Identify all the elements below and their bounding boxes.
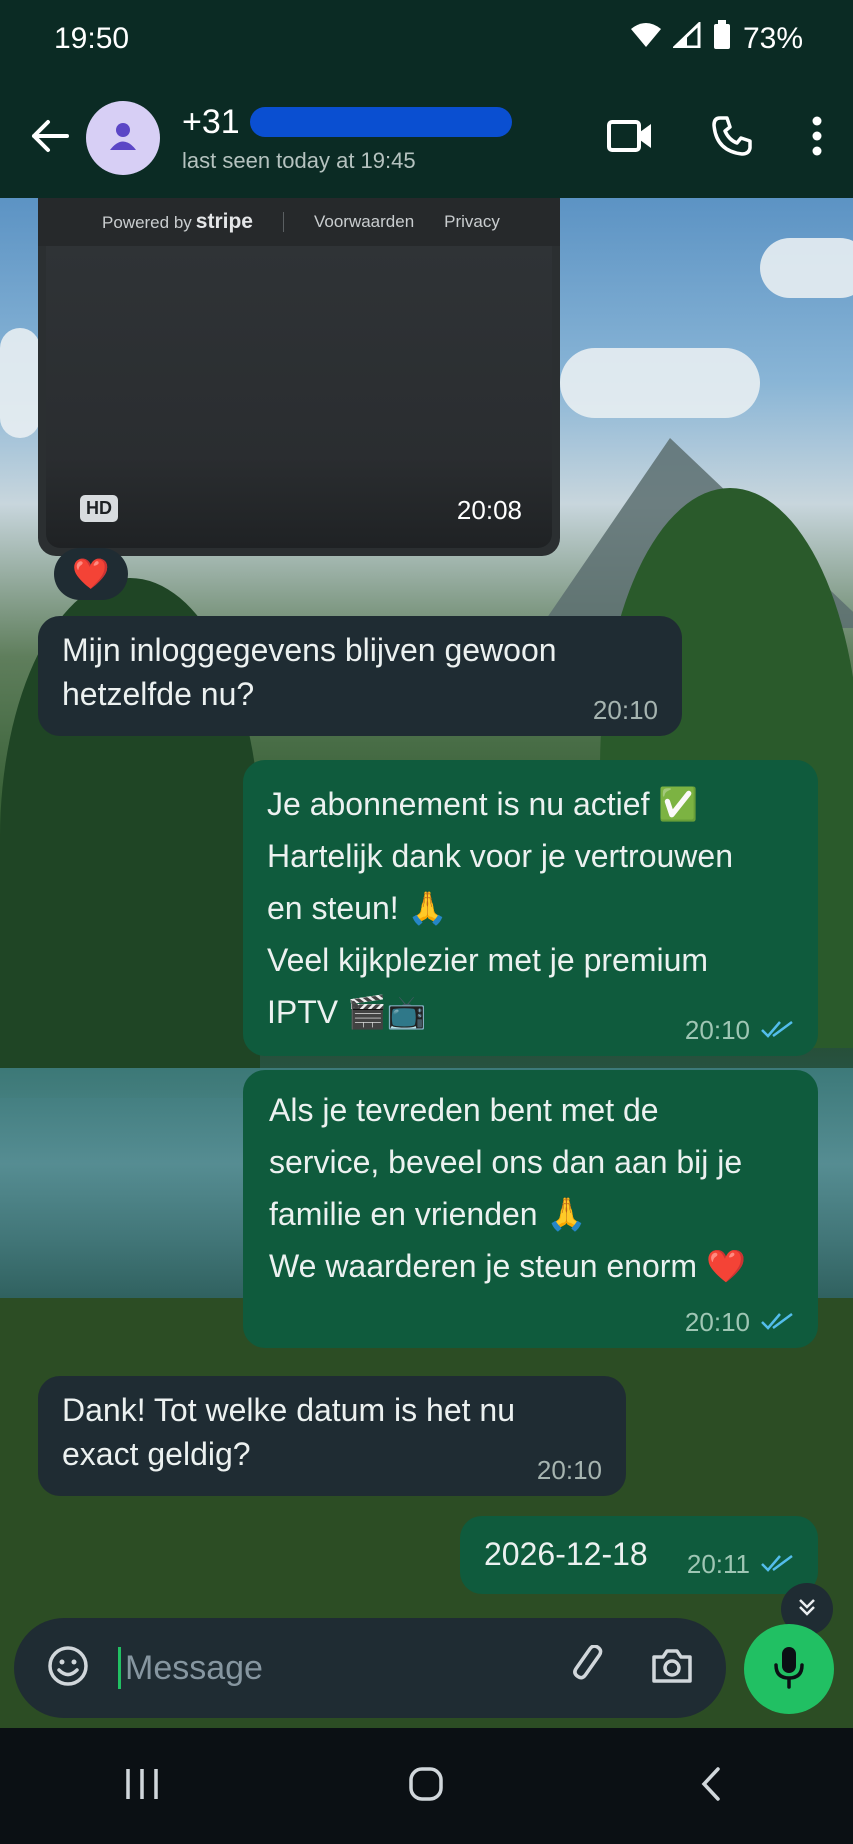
message-time: 20:08 [456, 495, 522, 525]
message-meta: 20:10 [685, 1015, 794, 1046]
message-text: Dank! Tot welke datum is het nu exact ge… [62, 1392, 515, 1472]
read-ticks-icon [760, 1307, 794, 1338]
mic-icon [772, 1645, 806, 1694]
read-ticks-icon [760, 1549, 794, 1580]
voice-message-button[interactable] [744, 1624, 834, 1714]
signal-icon [671, 20, 701, 56]
text-cursor [118, 1647, 121, 1689]
back-icon [699, 1766, 723, 1807]
attach-button[interactable] [562, 1640, 618, 1696]
contact-name: +31 [182, 103, 512, 142]
camera-button[interactable] [644, 1640, 700, 1696]
redaction-mark [249, 107, 512, 137]
home-icon [408, 1766, 444, 1807]
nav-back-button[interactable] [666, 1751, 756, 1821]
phone-call-icon[interactable] [711, 115, 753, 162]
header-actions [607, 78, 823, 198]
media-message[interactable]: Powered by stripe Voorwaarden Privacy HD … [38, 198, 560, 556]
hd-badge: HD [80, 495, 118, 522]
recents-button[interactable] [97, 1751, 187, 1821]
privacy-link: Privacy [444, 212, 500, 231]
system-nav-bar [0, 1728, 853, 1844]
read-ticks-icon [760, 1015, 794, 1046]
chat-header: +31 last seen today at 19:45 [0, 78, 853, 198]
last-seen-text: last seen today at 19:45 [182, 147, 416, 173]
message-bubble-outgoing[interactable]: Als je tevreden bent met de service, bev… [243, 1070, 818, 1348]
status-icons: 73% [630, 20, 803, 58]
stripe-footer: Powered by stripe Voorwaarden Privacy [38, 198, 560, 246]
message-time: 20:11 [686, 1549, 750, 1579]
media-preview[interactable]: HD 20:08 [46, 246, 552, 548]
message-meta: 20:10 [593, 695, 658, 726]
message-bubble-incoming[interactable]: Mijn inloggegevens blijven gewoon hetzel… [38, 616, 682, 736]
message-time: 20:10 [536, 1455, 602, 1485]
status-bar: 19:50 73% [0, 0, 853, 78]
chat-area[interactable]: Powered by stripe Voorwaarden Privacy HD … [0, 198, 853, 1728]
powered-by-label: Powered by stripe [102, 210, 253, 233]
more-vertical-icon[interactable] [811, 116, 823, 161]
message-bubble-incoming[interactable]: Dank! Tot welke datum is het nu exact ge… [38, 1376, 626, 1496]
avatar-person-icon [108, 121, 138, 156]
message-input[interactable] [123, 1647, 467, 1689]
message-text: Als je tevreden bent met de service, bev… [269, 1092, 746, 1284]
wifi-icon [630, 22, 661, 56]
message-meta: 20:10 [537, 1455, 602, 1486]
message-text: Mijn inloggegevens blijven gewoon hetzel… [62, 632, 557, 712]
battery-level: 73% [742, 22, 803, 55]
video-call-icon[interactable] [607, 119, 653, 158]
status-time: 19:50 [54, 22, 130, 55]
battery-icon [713, 20, 731, 58]
back-button[interactable] [20, 108, 80, 168]
attach-icon [569, 1643, 611, 1692]
contact-number: +31 [182, 102, 240, 141]
divider [282, 212, 284, 232]
avatar[interactable] [86, 101, 160, 175]
message-meta: 20:11 [687, 1549, 794, 1580]
emoji-icon [47, 1645, 89, 1692]
stripe-logo: stripe [195, 210, 253, 233]
recents-icon [124, 1767, 160, 1806]
message-composer [14, 1618, 726, 1718]
scroll-down-icon [795, 1595, 819, 1624]
home-button[interactable] [381, 1751, 471, 1821]
message-meta: 20:10 [685, 1307, 794, 1338]
terms-link: Voorwaarden [313, 212, 415, 231]
message-bubble-outgoing[interactable]: Je abonnement is nu actief ✅ Hartelijk d… [243, 760, 818, 1056]
message-time: 20:10 [592, 695, 658, 725]
message-bubble-outgoing[interactable]: 2026-12-18 20:11 [460, 1516, 818, 1594]
reaction-heart[interactable]: ❤️ [54, 548, 128, 600]
emoji-button[interactable] [38, 1638, 98, 1698]
message-time: 20:10 [684, 1307, 750, 1337]
camera-icon [650, 1647, 694, 1690]
contact-info[interactable]: +31 last seen today at 19:45 [182, 103, 512, 174]
message-time: 20:10 [684, 1015, 750, 1045]
back-arrow-icon [30, 119, 70, 158]
message-text: Je abonnement is nu actief ✅ Hartelijk d… [267, 786, 733, 1030]
